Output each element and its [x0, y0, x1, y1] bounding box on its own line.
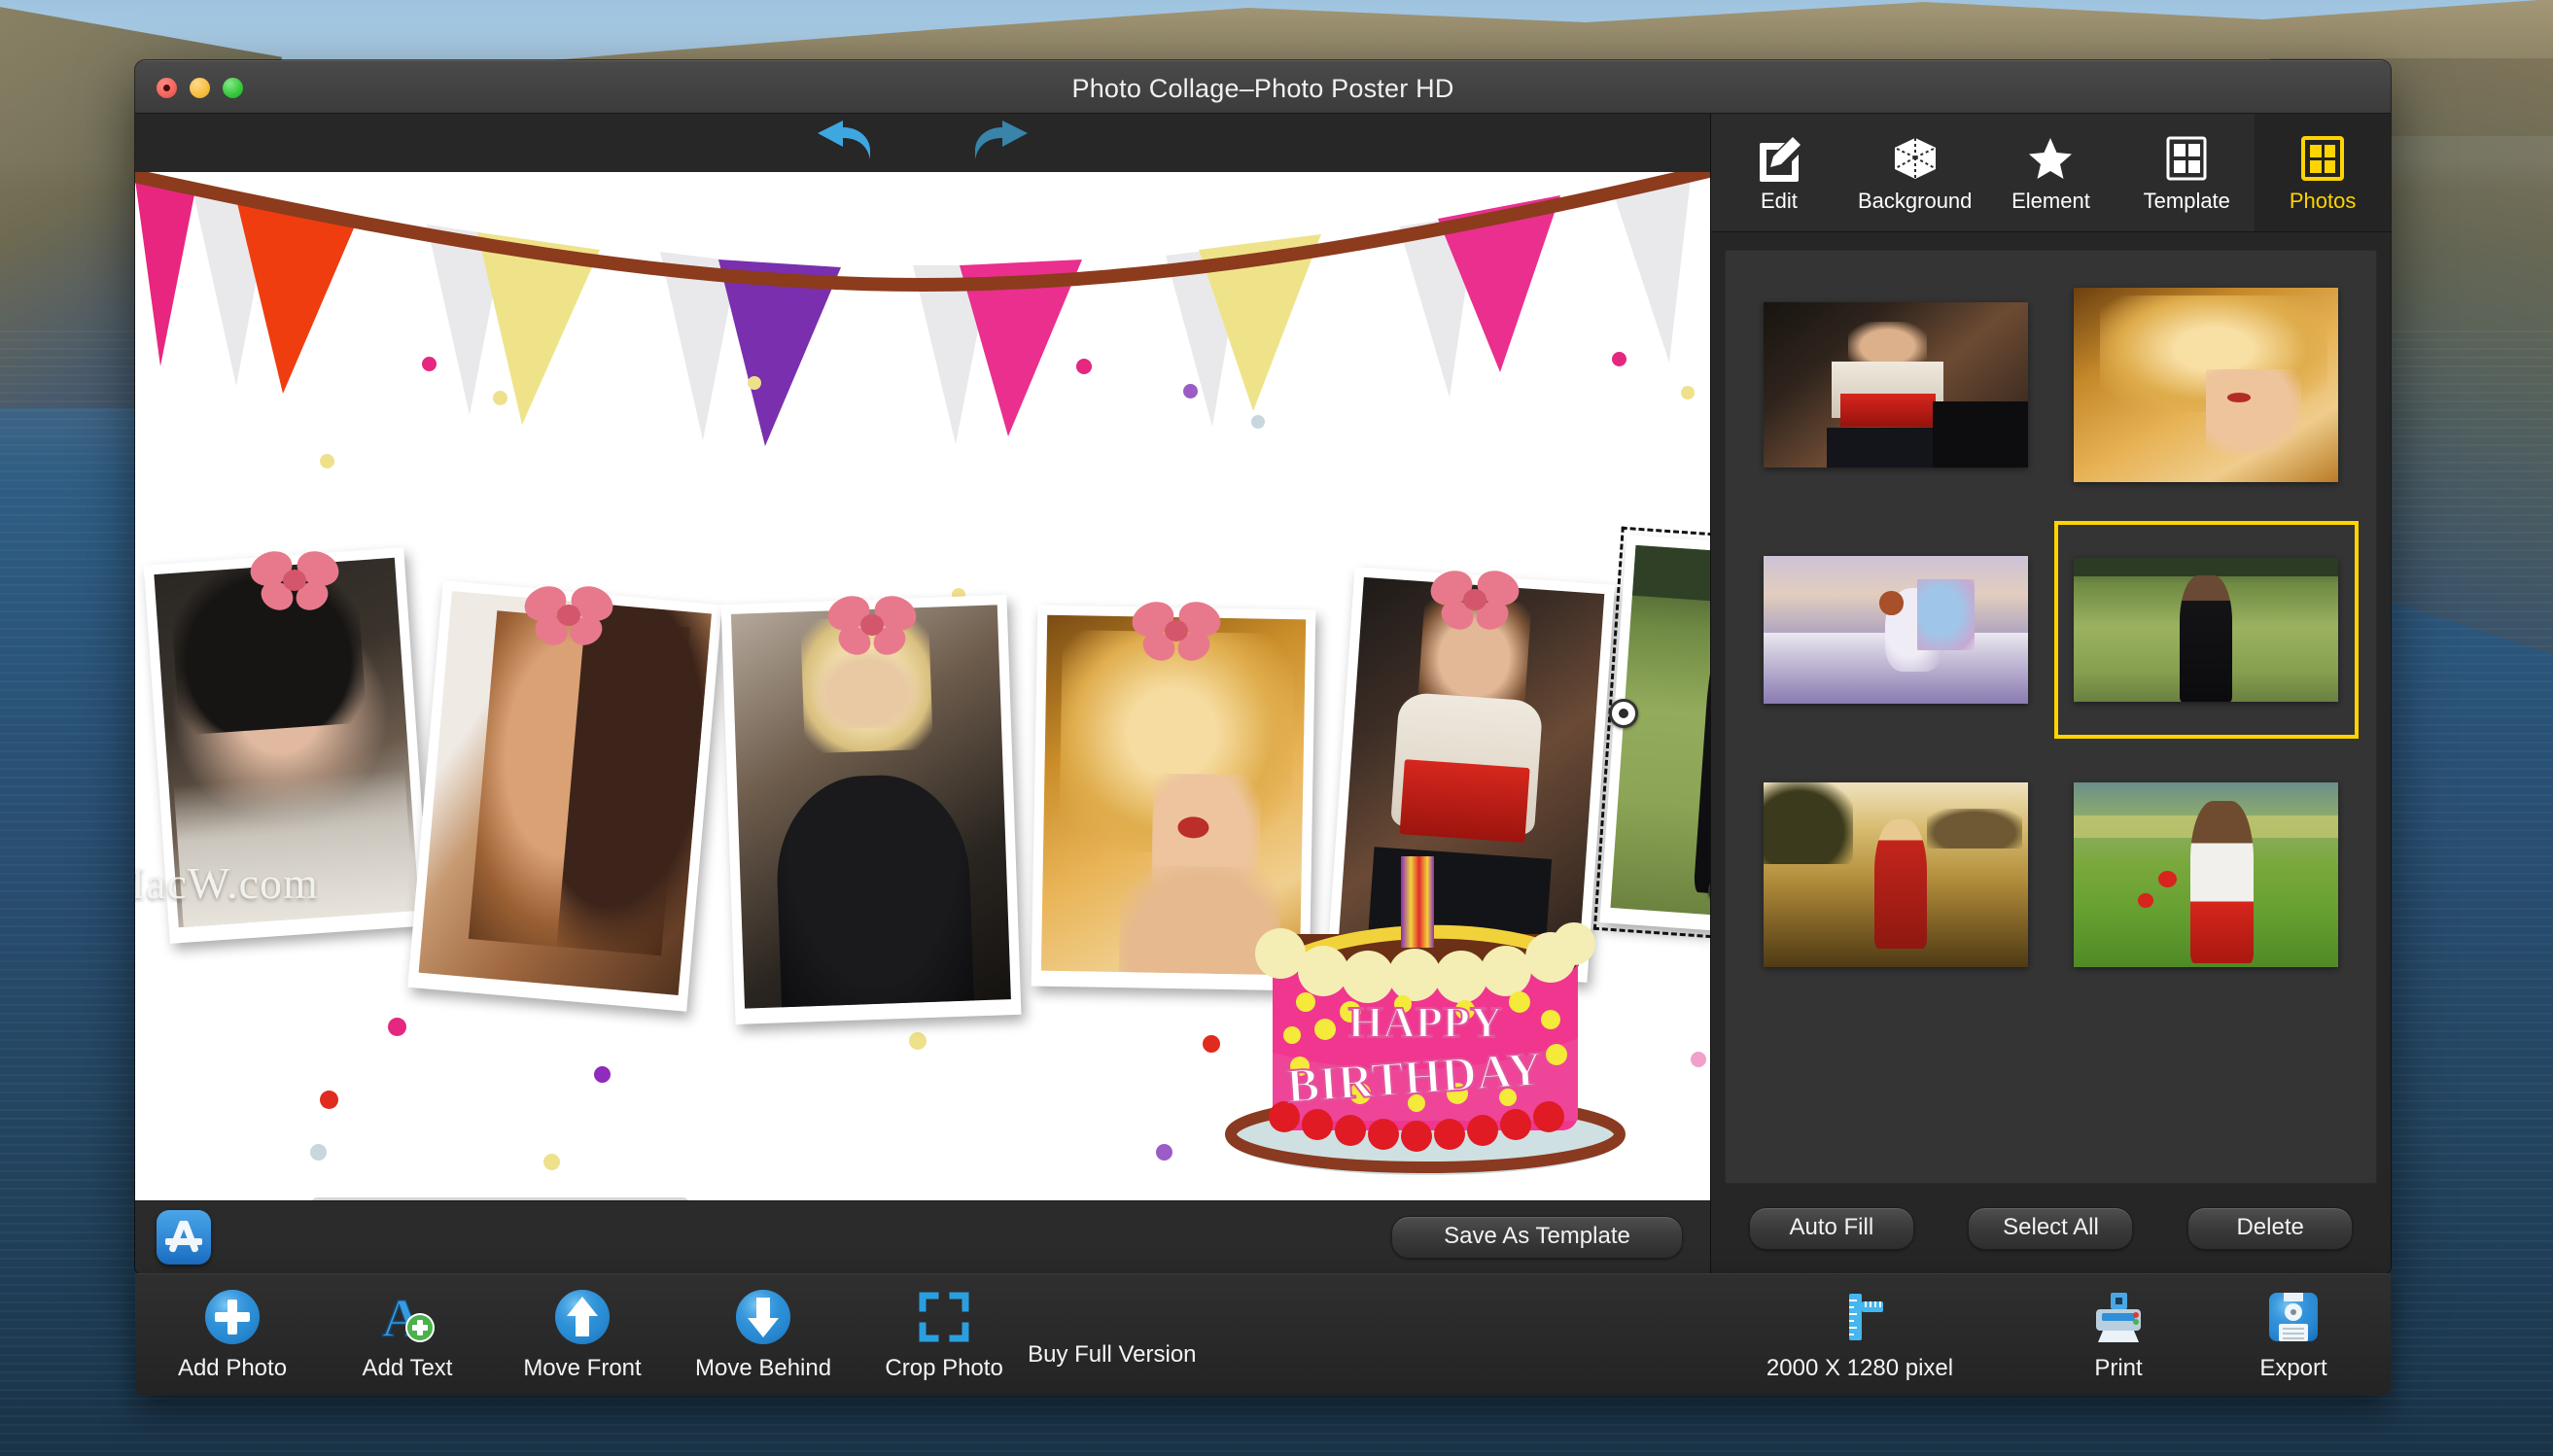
- export-label: Export: [2259, 1355, 2327, 1381]
- confetti-dot: [748, 376, 761, 390]
- tab-template-label: Template: [2143, 189, 2230, 213]
- confetti-dot: [1076, 359, 1092, 374]
- bunting-decoration: [135, 172, 1710, 446]
- confetti-dot: [422, 357, 437, 371]
- thumbnail-lavender-fairy[interactable]: [1755, 533, 2037, 727]
- arrow-up-circle-icon: [555, 1290, 610, 1344]
- plus-circle-icon: [205, 1290, 260, 1344]
- add-photo-button[interactable]: Add Photo: [170, 1288, 295, 1382]
- confetti-dot: [1156, 1144, 1172, 1161]
- thumbnail-reading-red-book[interactable]: [1755, 288, 2037, 482]
- confetti-dot: [320, 454, 334, 468]
- right-panel: Edit Background Element Template Photos …: [1710, 114, 2391, 1273]
- select-all-button[interactable]: Select All: [1968, 1207, 2134, 1250]
- tab-edit[interactable]: Edit: [1711, 114, 1847, 231]
- photo-image: [730, 605, 1011, 1009]
- thumbnail-sunset-red-dress[interactable]: [1755, 778, 2037, 972]
- thumbnail-field-black-dress[interactable]: [2053, 521, 2359, 739]
- birthday-cake-decoration[interactable]: HAPPY BIRTHDAY: [1216, 829, 1634, 1179]
- photo-thumbnail-scroll-area[interactable]: [1725, 250, 2377, 1184]
- print-button[interactable]: Print: [2056, 1288, 2181, 1382]
- move-front-label: Move Front: [523, 1355, 642, 1381]
- tab-photos[interactable]: Photos: [2255, 114, 2391, 231]
- collage-photo-blonde-black-dress[interactable]: [720, 595, 1022, 1024]
- canvas-wrapper: HAPPY BIRTHDAY www.MacW.com Send best wi…: [135, 172, 1710, 1200]
- photo-image: [418, 591, 712, 995]
- arrow-down-circle-icon: [736, 1290, 791, 1344]
- grid-photos-icon: [2301, 136, 2345, 181]
- confetti-dot: [1691, 1052, 1706, 1067]
- caption-text-box[interactable]: Send best wishes Wish you happy everyday…: [310, 1197, 690, 1200]
- collage-canvas[interactable]: HAPPY BIRTHDAY www.MacW.com Send best wi…: [135, 172, 1710, 1200]
- panel-footer: Auto Fill Select All Delete: [1711, 1184, 2391, 1273]
- tab-element[interactable]: Element: [1983, 114, 2119, 231]
- tab-template[interactable]: Template: [2118, 114, 2255, 231]
- thumbnail-poppy-field-girl[interactable]: [2066, 778, 2348, 972]
- window-body: HAPPY BIRTHDAY www.MacW.com Send best wi…: [135, 114, 2391, 1273]
- star-icon: [2029, 138, 2073, 179]
- buy-full-version-label: Buy Full Version: [1028, 1340, 1197, 1368]
- confetti-dot: [310, 1144, 327, 1161]
- cube-icon: [1894, 138, 1937, 179]
- cake-text-line1: HAPPY: [1348, 997, 1502, 1047]
- photo-thumbnail-grid: [1726, 251, 2376, 1183]
- confetti-dot: [320, 1091, 338, 1109]
- thumbnail-golden-hair[interactable]: [2066, 288, 2348, 482]
- confetti-dot: [1183, 384, 1198, 399]
- confetti-dot: [388, 1018, 406, 1036]
- move-behind-label: Move Behind: [695, 1355, 832, 1381]
- add-text-label: Add Text: [362, 1355, 453, 1381]
- watermark: www.MacW.com: [135, 857, 319, 909]
- editor-footer: Save As Template: [135, 1200, 1710, 1273]
- tab-edit-label: Edit: [1760, 189, 1798, 213]
- add-text-button[interactable]: A Add Text: [345, 1288, 470, 1382]
- appstore-icon[interactable]: [157, 1210, 211, 1265]
- window-title: Photo Collage–Photo Poster HD: [1071, 74, 1454, 103]
- move-front-button[interactable]: Move Front: [520, 1288, 645, 1382]
- confetti-dot: [1251, 415, 1265, 429]
- undo-redo-toolbar: [135, 114, 1710, 172]
- confetti-dot: [493, 391, 507, 405]
- delete-button[interactable]: Delete: [2187, 1207, 2354, 1250]
- crop-photo-label: Crop Photo: [885, 1355, 1003, 1381]
- redo-icon[interactable]: [971, 121, 1032, 165]
- buy-full-version-button[interactable]: Buy Full Version: [1028, 1302, 1196, 1369]
- confetti-dot: [543, 1154, 560, 1170]
- ruler-icon: [1849, 1294, 1883, 1340]
- export-button[interactable]: Export: [2231, 1288, 2356, 1382]
- printer-icon: [2096, 1293, 2141, 1342]
- tab-background[interactable]: Background: [1847, 114, 1983, 231]
- canvas-size-button[interactable]: 2000 X 1280 pixel: [1714, 1288, 2006, 1382]
- panel-tab-bar: Edit Background Element Template Photos: [1711, 114, 2391, 232]
- save-as-template-button[interactable]: Save As Template: [1391, 1216, 1683, 1259]
- selection-handle-left[interactable]: [1609, 699, 1638, 728]
- print-label: Print: [2094, 1355, 2143, 1381]
- confetti-dot: [1612, 352, 1626, 366]
- auto-fill-button[interactable]: Auto Fill: [1748, 1207, 1914, 1250]
- watermark-text: www.MacW.com: [135, 858, 319, 908]
- tab-element-label: Element: [2011, 189, 2090, 213]
- app-window: Photo Collage–Photo Poster HD HAPPY BIRT…: [135, 60, 2391, 1273]
- crop-icon: [919, 1292, 969, 1342]
- floppy-disk-icon: [2269, 1293, 2318, 1341]
- tab-photos-label: Photos: [2289, 189, 2357, 213]
- tab-background-label: Background: [1857, 189, 1973, 213]
- pencil-square-icon: [1759, 137, 1801, 182]
- editor-pane: HAPPY BIRTHDAY www.MacW.com Send best wi…: [135, 114, 1710, 1273]
- bottom-toolbar: Add Photo A Add Text Move Front Move Beh…: [135, 1273, 2391, 1396]
- move-behind-button[interactable]: Move Behind: [695, 1288, 831, 1382]
- grid-frame-icon: [2166, 136, 2207, 181]
- canvas-size-label: 2000 X 1280 pixel: [1766, 1355, 1954, 1381]
- confetti-dot: [909, 1032, 927, 1050]
- window-titlebar: Photo Collage–Photo Poster HD: [135, 60, 2391, 114]
- undo-icon[interactable]: [814, 121, 874, 165]
- confetti-dot: [1681, 386, 1695, 399]
- add-photo-label: Add Photo: [177, 1355, 288, 1381]
- collage-photo-brunette-portrait[interactable]: [407, 580, 722, 1012]
- crop-photo-button[interactable]: Crop Photo: [882, 1288, 1006, 1382]
- add-text-icon: A: [381, 1288, 435, 1346]
- confetti-dot: [594, 1066, 611, 1083]
